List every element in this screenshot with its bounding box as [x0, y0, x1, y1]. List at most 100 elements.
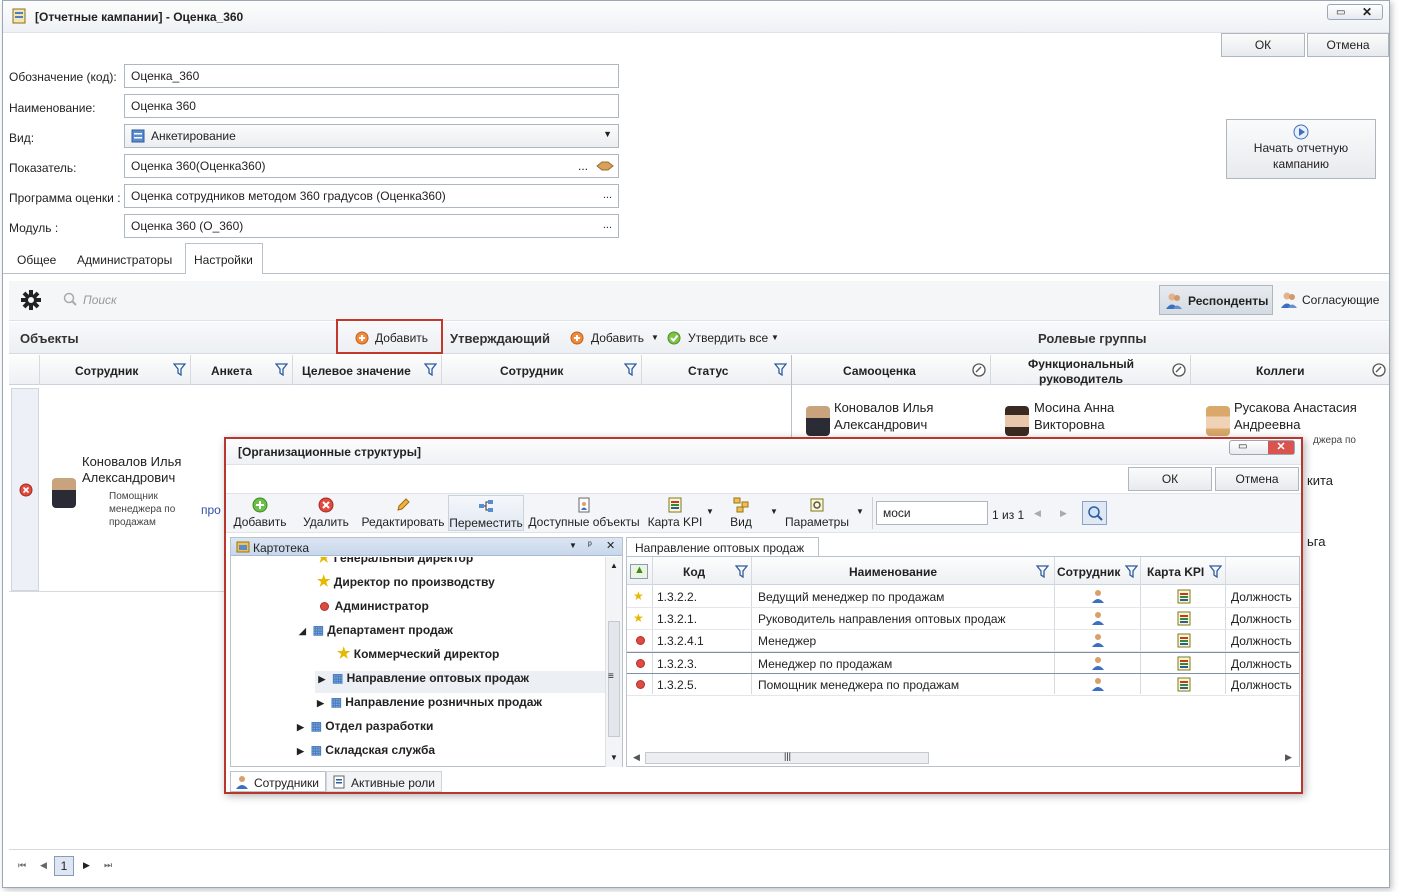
tree-node[interactable]: ▶ ▦ Направление розничных продаж [317, 695, 542, 717]
ellipsis-button[interactable]: ... [578, 159, 588, 173]
table-row-focused[interactable]: 1.3.2.3. Менеджер по продажам Должность [627, 652, 1299, 674]
search-input[interactable]: Поиск [83, 293, 117, 307]
tab-general[interactable]: Общее [17, 253, 56, 267]
expand-icon[interactable]: ▶ [318, 674, 325, 684]
tree-node[interactable]: Администратор [321, 599, 429, 621]
dialog-ok-button[interactable]: ОК [1128, 467, 1212, 491]
close-icon[interactable]: ✕ [606, 539, 615, 552]
respondents-button[interactable]: Респонденты [1159, 285, 1273, 315]
user-icon[interactable] [1091, 656, 1105, 670]
user-icon[interactable] [1091, 633, 1105, 647]
tb-kpi-map-button[interactable]: Карта KPI [644, 497, 706, 529]
program-field[interactable]: Оценка сотрудников методом 360 градусов … [124, 184, 619, 208]
col-functional-manager[interactable]: Функциональный руководитель [1019, 357, 1143, 387]
splitter-handle-icon[interactable]: ≡ [608, 671, 614, 682]
ellipsis-button[interactable]: ... [603, 189, 612, 201]
kpi-icon[interactable] [1177, 656, 1191, 671]
tab-administrators[interactable]: Администраторы [77, 253, 172, 267]
questionnaire-link[interactable]: про [201, 503, 221, 517]
cancel-button[interactable]: Отмена [1307, 33, 1389, 57]
tree-node[interactable]: ◢ ▦ Департамент продаж [299, 623, 453, 645]
tree-node[interactable]: ★ Коммерческий директор [337, 646, 499, 669]
kpi-icon[interactable] [1177, 633, 1191, 648]
clear-icon[interactable] [972, 363, 986, 377]
col-name[interactable]: Наименование [849, 565, 937, 579]
filter-icon[interactable] [173, 363, 186, 376]
tree-node[interactable]: ★ Генеральный директор [317, 557, 473, 573]
col-approver-employee[interactable]: Сотрудник [500, 364, 563, 378]
tree-node-selected[interactable]: ▶ ▦ Направление оптовых продаж [315, 671, 605, 693]
first-page-icon[interactable]: ⏮ [18, 860, 26, 871]
filter-icon[interactable] [424, 363, 437, 376]
approvers-button[interactable]: Согласующие [1277, 285, 1387, 315]
col-questionnaire[interactable]: Анкета [211, 364, 252, 378]
table-row[interactable]: ★ 1.3.2.2. Ведущий менеджер по продажам … [627, 586, 1299, 608]
table-row[interactable]: 1.3.2.5. Помощник менеджера по продажам … [627, 674, 1299, 696]
page-number[interactable]: 1 [54, 856, 74, 876]
filter-icon[interactable] [1209, 565, 1222, 578]
remove-icon[interactable] [19, 483, 33, 497]
link-icon[interactable] [596, 160, 614, 172]
col-employee[interactable]: Сотрудник [75, 364, 138, 378]
ok-button[interactable]: ОК [1221, 33, 1305, 57]
col-target-value[interactable]: Целевое значение [302, 364, 411, 378]
find-button[interactable] [1082, 501, 1107, 525]
filter-icon[interactable] [624, 363, 637, 376]
scroll-right-icon[interactable]: ▶ [1285, 752, 1292, 763]
col-self-assessment[interactable]: Самооценка [843, 364, 916, 378]
chevron-down-icon[interactable]: ▼ [569, 541, 577, 550]
restore-icon[interactable]: ▭ [1238, 441, 1247, 452]
collapse-icon[interactable]: ◢ [299, 626, 306, 636]
filter-icon[interactable] [735, 565, 748, 578]
gear-icon[interactable] [20, 289, 42, 311]
tree-node[interactable]: ▶ ▦ Отдел разработки [297, 719, 433, 741]
tb-view-button[interactable]: Вид [724, 497, 758, 529]
close-icon[interactable]: ✕ [1268, 441, 1294, 454]
scroll-down-icon[interactable]: ▼ [610, 753, 618, 762]
chevron-down-icon[interactable]: ▼ [770, 507, 778, 516]
grid-hscrollbar[interactable]: ◀ ||| ▶ [629, 751, 1297, 765]
objects-add-button[interactable]: Добавить [355, 330, 435, 348]
expand-icon[interactable]: ▶ [317, 698, 324, 708]
tab-settings[interactable]: Настройки [194, 253, 253, 267]
approver-add-button[interactable]: Добавить ▼ [570, 330, 660, 348]
col-kpi-map[interactable]: Карта KPI [1147, 565, 1204, 579]
chevron-down-icon[interactable]: ▼ [603, 129, 612, 139]
tb-edit-button[interactable]: Редактировать [360, 497, 446, 529]
code-field[interactable]: Оценка_360 [124, 64, 619, 88]
scroll-left-icon[interactable]: ◀ [633, 752, 640, 763]
chevron-down-icon[interactable]: ▼ [856, 507, 864, 516]
filter-icon[interactable] [1036, 565, 1049, 578]
up-level-icon[interactable]: ▲ [630, 564, 648, 579]
ellipsis-button[interactable]: ... [603, 219, 612, 231]
last-page-icon[interactable]: ⏭ [104, 860, 112, 871]
start-campaign-button[interactable]: Начать отчетную кампанию [1226, 119, 1376, 179]
module-field[interactable]: Оценка 360 (О_360) ... [124, 214, 619, 238]
expand-icon[interactable]: ▶ [297, 746, 304, 756]
next-result-icon[interactable]: ▶ [1060, 508, 1067, 519]
tb-add-button[interactable]: Добавить [232, 497, 288, 529]
tb-available-objects-button[interactable]: Доступные объекты [528, 497, 640, 529]
prev-result-icon[interactable]: ◀ [1034, 508, 1041, 519]
chevron-down-icon[interactable]: ▼ [706, 507, 714, 516]
grid-tab[interactable]: Направление оптовых продаж [626, 537, 819, 557]
dialog-cancel-button[interactable]: Отмена [1215, 467, 1299, 491]
col-code[interactable]: Код [683, 565, 705, 579]
filter-icon[interactable] [774, 363, 787, 376]
pin-icon[interactable]: ᵖ [588, 540, 592, 551]
restore-icon[interactable]: ▭ [1336, 7, 1345, 18]
close-icon[interactable]: ✕ [1362, 5, 1372, 19]
clear-icon[interactable] [1172, 363, 1186, 377]
name-field[interactable]: Оценка 360 [124, 94, 619, 118]
dialog-search-input[interactable]: моси [876, 501, 988, 525]
tab-employees[interactable]: Сотрудники [230, 771, 326, 792]
next-page-icon[interactable]: ▶ [83, 860, 90, 871]
kpi-icon[interactable] [1177, 589, 1191, 604]
indicator-field[interactable]: Оценка 360(Оценка360) ... [124, 154, 619, 178]
filter-icon[interactable] [1125, 565, 1138, 578]
table-row[interactable]: ★ 1.3.2.1. Руководитель направления опто… [627, 608, 1299, 630]
approve-all-button[interactable]: Утвердить все ▼ [667, 330, 787, 348]
type-select[interactable]: Анкетирование ▼ [124, 124, 619, 148]
hscroll-thumb[interactable]: ||| [645, 751, 929, 764]
expand-icon[interactable]: ▶ [297, 722, 304, 732]
